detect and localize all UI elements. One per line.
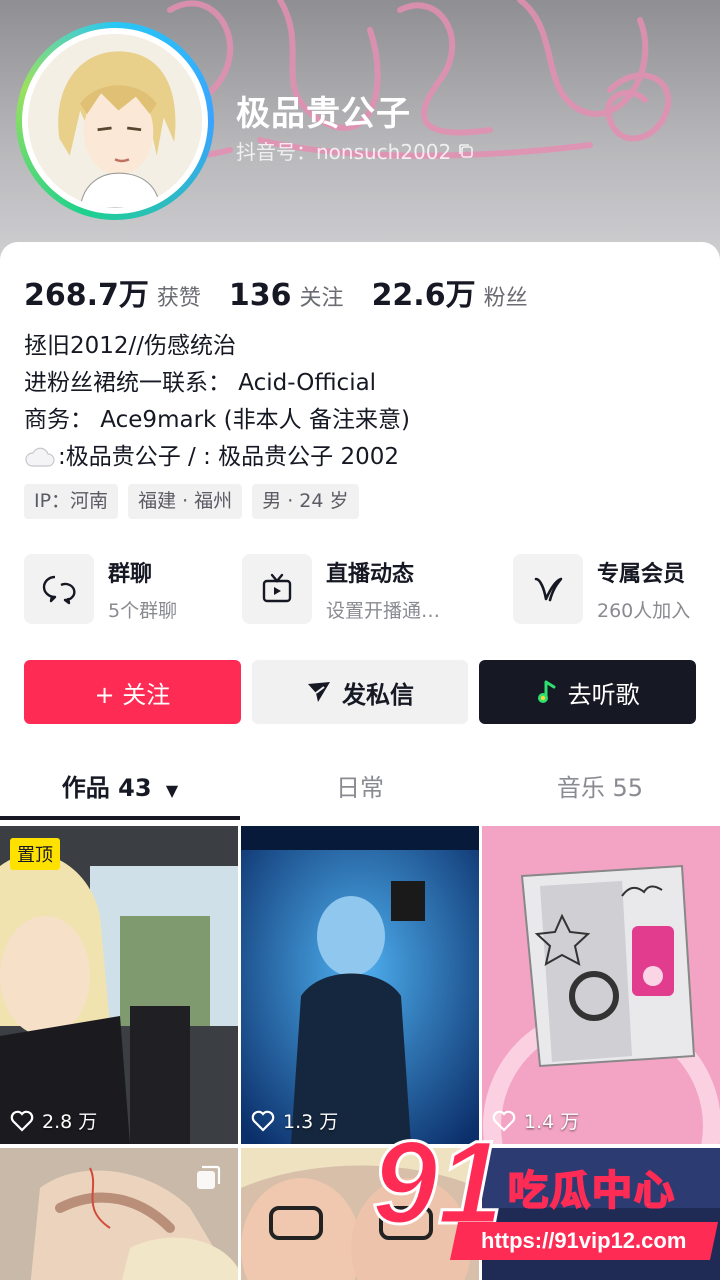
likes-count: 1.3 万 xyxy=(283,1111,339,1133)
tag-gender-age: 男 · 24 岁 xyxy=(252,484,359,519)
message-button[interactable]: 发私信 xyxy=(251,660,469,724)
bio-line: 拯旧2012//伤感统治 xyxy=(24,333,237,359)
heart-icon xyxy=(251,1110,275,1132)
bio-line: 商务： Ace9mark (非本人 备注来意) xyxy=(24,407,410,433)
tab-music[interactable]: 音乐 55 xyxy=(480,766,720,824)
listen-music-button[interactable]: 去听歌 xyxy=(479,660,697,724)
follow-label: + 关注 xyxy=(94,680,171,709)
action-buttons: + 关注 发私信 去听歌 xyxy=(24,660,697,724)
stats-row: 268.7万 获赞 136 关注 22.6万 粉丝 xyxy=(24,270,556,314)
douyin-id[interactable]: 抖音号：nonsuch2002 xyxy=(236,136,475,165)
copy-icon[interactable] xyxy=(457,142,475,160)
video-thumbnail xyxy=(482,826,720,1144)
video-tile[interactable] xyxy=(0,1148,238,1280)
tab-label: 作品 43 xyxy=(61,774,152,802)
message-label: 发私信 xyxy=(342,680,414,709)
tab-label: 音乐 55 xyxy=(556,774,644,802)
video-thumbnail xyxy=(241,826,479,1144)
likes-count: 2.8 万 xyxy=(42,1111,98,1133)
feature-group-chat[interactable]: 群聊 5个群聊 xyxy=(24,554,177,624)
stat-value: 22.6万 xyxy=(371,278,476,313)
feature-title: 专属会员 xyxy=(597,561,686,587)
profile-tags: IP：河南 福建 · 福州 男 · 24 岁 xyxy=(24,484,359,519)
watermark-name: 吃瓜中心 xyxy=(507,1167,676,1215)
stat-value: 136 xyxy=(228,278,292,313)
stat-followers[interactable]: 22.6万 粉丝 xyxy=(372,270,528,314)
video-tile[interactable]: 置顶 2.8 万 xyxy=(0,826,238,1144)
feature-subtitle: 设置开播通… xyxy=(326,599,441,622)
stat-likes[interactable]: 268.7万 获赞 xyxy=(24,270,201,314)
video-tile[interactable]: 1.4 万 xyxy=(482,826,720,1144)
tab-daily[interactable]: 日常 xyxy=(240,766,480,824)
caret-down-icon: ▼ xyxy=(165,781,179,800)
vip-v-icon xyxy=(513,554,583,624)
video-likes: 1.3 万 xyxy=(251,1107,338,1134)
music-label: 去听歌 xyxy=(567,680,640,709)
douyin-id-text: 抖音号：nonsuch2002 xyxy=(236,140,452,164)
avatar[interactable] xyxy=(16,22,214,220)
bio-line: 进粉丝裙统一联系： Acid-Official xyxy=(24,370,377,396)
bio-line: :极品贵公子 / : 极品贵公子 2002 xyxy=(58,444,400,470)
bio-line-4: :极品贵公子 / : 极品贵公子 2002 xyxy=(24,439,410,476)
feature-subtitle: 5个群聊 xyxy=(108,599,178,622)
feature-subtitle: 260人加入 xyxy=(597,599,691,622)
video-tile[interactable]: 1.3 万 xyxy=(241,826,479,1144)
tv-icon xyxy=(242,554,312,624)
video-thumbnail xyxy=(0,826,238,1144)
pinned-badge: 置顶 xyxy=(10,838,60,870)
stat-label: 获赞 xyxy=(156,286,201,311)
watermark-logo: 91 吃瓜中心 https://91vip12.com xyxy=(368,1120,720,1280)
music-note-icon xyxy=(537,680,556,703)
stat-following[interactable]: 136 关注 xyxy=(229,278,344,313)
send-icon xyxy=(308,682,330,702)
heart-icon xyxy=(10,1110,34,1132)
avatar-illustration xyxy=(28,34,202,208)
feature-membership[interactable]: 专属会员 260人加入 xyxy=(513,554,690,624)
tab-label: 日常 xyxy=(336,774,384,802)
feature-title: 群聊 xyxy=(108,561,153,587)
profile-nickname: 极品贵公子 xyxy=(236,94,411,134)
cloud-icon xyxy=(25,447,55,467)
feature-row: 群聊 5个群聊 直播动态 设置开播通… 专属会员 260人加入 xyxy=(24,554,704,626)
stat-label: 粉丝 xyxy=(483,286,528,311)
stat-value: 268.7万 xyxy=(24,278,149,313)
tab-indicator xyxy=(0,816,240,820)
tag-location: 福建 · 福州 xyxy=(128,484,243,519)
chat-bubble-icon xyxy=(24,554,94,624)
watermark-url: https://91vip12.com xyxy=(481,1228,687,1253)
video-likes: 2.8 万 xyxy=(10,1107,97,1134)
feature-live-updates[interactable]: 直播动态 设置开播通… xyxy=(242,554,440,624)
feature-title: 直播动态 xyxy=(326,561,415,587)
bio: 拯旧2012//伤感统治 进粉丝裙统一联系： Acid-Official 商务：… xyxy=(24,328,410,476)
follow-button[interactable]: + 关注 xyxy=(24,660,241,724)
watermark-url-banner: https://91vip12.com xyxy=(449,1222,719,1260)
multi-image-icon xyxy=(197,1165,221,1189)
tag-ip: IP：河南 xyxy=(24,484,119,519)
stat-label: 关注 xyxy=(299,286,344,311)
profile-header: 极品贵公子 抖音号：nonsuch2002 xyxy=(0,0,720,262)
